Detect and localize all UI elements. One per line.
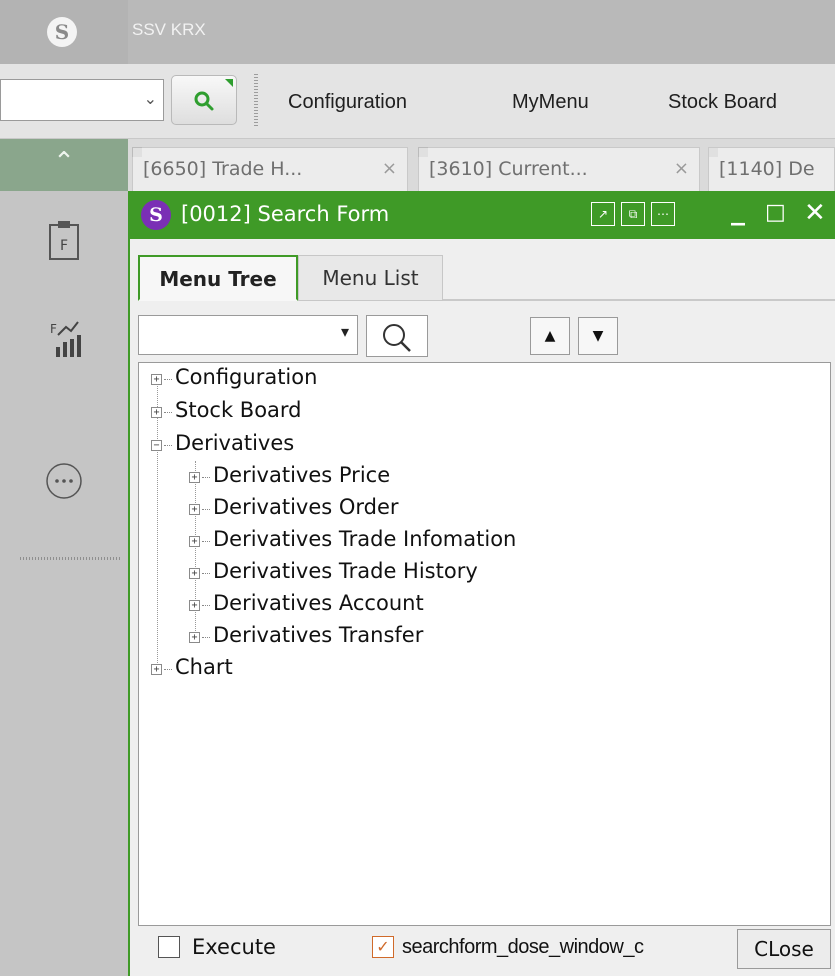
app-logo-area: S xyxy=(0,0,128,64)
minimize-icon[interactable]: _ xyxy=(731,193,745,226)
tab-menu-tree[interactable]: Menu Tree xyxy=(138,255,298,301)
sidebar-divider xyxy=(20,557,120,560)
tree-node-label: Derivatives Order xyxy=(213,495,399,519)
tree-node-label: Derivatives Price xyxy=(213,463,391,487)
chevron-down-icon[interactable]: ⌄ xyxy=(144,89,157,108)
expand-icon[interactable]: + xyxy=(189,632,200,643)
collapse-icon[interactable]: − xyxy=(151,440,162,451)
menu-item-stock-board[interactable]: Stock Board xyxy=(668,91,777,114)
chevron-up-icon: ⌃ xyxy=(53,147,75,177)
search-icon xyxy=(194,91,214,111)
menu-bar: ⌄ Configuration MyMenu Stock Board xyxy=(0,64,835,139)
up-arrow-icon: ▲ xyxy=(544,328,556,344)
svg-text:F: F xyxy=(50,322,57,336)
maximize-icon[interactable]: □ xyxy=(765,200,786,225)
tab-label: [1140] De xyxy=(719,158,815,180)
form-body: Menu Tree Menu List ▾ ▲ ▼ + Configuratio… xyxy=(130,239,835,976)
close-window-label[interactable]: searchform_dose_window_c xyxy=(402,936,722,959)
tree-node-label: Configuration xyxy=(175,365,318,389)
tree-node-label: Derivatives Transfer xyxy=(213,623,424,647)
dropdown-arrow-icon[interactable]: ▾ xyxy=(341,322,349,341)
tab-menu-list[interactable]: Menu List xyxy=(298,255,443,301)
chart-f-icon[interactable]: F xyxy=(44,317,84,361)
search-form-window: S [0012] Search Form ↗ ⧉ ⋯ _ □ ✕ Menu Tr… xyxy=(128,191,835,976)
tab-6650[interactable]: [6650] Trade H... × xyxy=(132,147,408,191)
expand-icon[interactable]: + xyxy=(151,664,162,675)
expand-icon[interactable]: + xyxy=(189,504,200,515)
close-button[interactable]: CLose xyxy=(737,929,831,969)
form-title-bar[interactable]: S [0012] Search Form ↗ ⧉ ⋯ _ □ ✕ xyxy=(128,191,835,239)
close-icon[interactable]: ✕ xyxy=(804,198,826,228)
app-title: SSV KRX xyxy=(132,20,206,39)
tree-search-combo[interactable]: ▾ xyxy=(138,315,358,355)
link-icon[interactable]: ↗ xyxy=(591,202,615,226)
svg-text:F: F xyxy=(60,238,68,254)
inner-tabs: Menu Tree Menu List xyxy=(138,255,835,301)
tab-3610[interactable]: [3610] Current... × xyxy=(418,147,700,191)
move-up-button[interactable]: ▲ xyxy=(530,317,570,355)
close-window-checkbox[interactable]: ✓ xyxy=(372,936,394,958)
menu-search-button[interactable] xyxy=(171,75,237,125)
close-icon[interactable]: × xyxy=(674,158,689,179)
document-tabs: [6650] Trade H... × [3610] Current... × … xyxy=(128,139,835,191)
menu-item-configuration[interactable]: Configuration xyxy=(288,91,407,114)
tree-node-label: Derivatives Account xyxy=(213,591,424,615)
left-sidebar: ⌃ F F xyxy=(0,139,128,976)
expand-icon[interactable]: + xyxy=(189,568,200,579)
move-down-button[interactable]: ▼ xyxy=(578,317,618,355)
expand-icon[interactable]: + xyxy=(189,600,200,611)
tree-node-label: Chart xyxy=(175,655,233,679)
down-arrow-icon: ▼ xyxy=(592,328,604,344)
close-icon[interactable]: × xyxy=(382,158,397,179)
menu-search-combo[interactable]: ⌄ xyxy=(0,79,164,121)
tab-1140[interactable]: [1140] De xyxy=(708,147,835,191)
tab-label: [3610] Current... xyxy=(429,158,588,180)
execute-checkbox[interactable] xyxy=(158,936,180,958)
expand-icon[interactable]: + xyxy=(189,536,200,547)
search-icon xyxy=(383,324,411,352)
clipboard-f-icon[interactable]: F xyxy=(44,219,84,263)
form-title: [0012] Search Form xyxy=(181,202,390,226)
expand-icon[interactable]: + xyxy=(189,472,200,483)
sidebar-collapse-button[interactable]: ⌃ xyxy=(0,139,128,191)
title-bar: S SSV KRX xyxy=(0,0,835,64)
corner-marker xyxy=(225,79,233,87)
execute-label[interactable]: Execute xyxy=(192,935,276,959)
tree-search-button[interactable] xyxy=(366,315,428,357)
more-circle-icon[interactable] xyxy=(44,459,84,503)
ssv-logo-icon: S xyxy=(141,200,171,230)
tab-label: [6650] Trade H... xyxy=(143,158,303,180)
menu-tree: + Configuration + Stock Board − Derivati… xyxy=(138,362,831,926)
tree-node-label: Derivatives Trade History xyxy=(213,559,478,583)
expand-icon[interactable]: + xyxy=(151,374,162,385)
toolbar-grip xyxy=(254,74,258,128)
tree-node-label: Derivatives xyxy=(175,431,295,455)
popout-icon[interactable]: ⧉ xyxy=(621,202,645,226)
tree-node-label: Stock Board xyxy=(175,398,302,422)
ssv-logo-icon: S xyxy=(47,17,77,47)
options-icon[interactable]: ⋯ xyxy=(651,202,675,226)
menu-item-mymenu[interactable]: MyMenu xyxy=(512,91,589,114)
tree-node-label: Derivatives Trade Infomation xyxy=(213,527,517,551)
expand-icon[interactable]: + xyxy=(151,407,162,418)
